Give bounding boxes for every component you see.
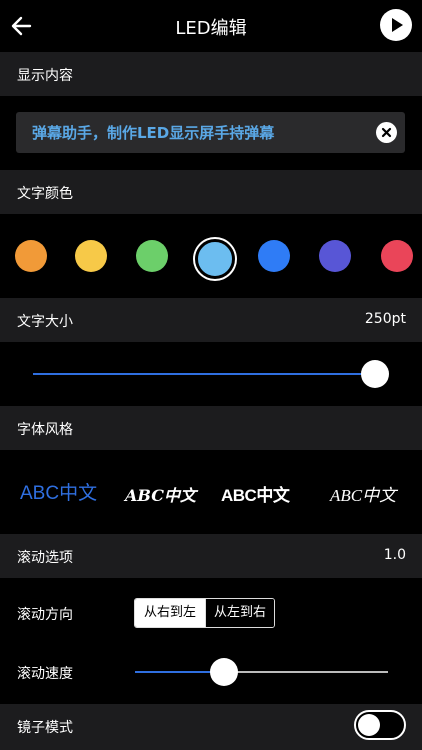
display-text-field[interactable] (16, 112, 405, 153)
scroll-speed-label: 滚动速度 (17, 666, 73, 682)
section-label: 字体风格 (17, 422, 73, 438)
play-button[interactable] (380, 9, 412, 41)
font-style-option-4[interactable]: ABC中文 (330, 481, 396, 506)
section-label: 显示内容 (17, 68, 73, 84)
section-text-color: 文字颜色 (0, 170, 422, 214)
section-display-content: 显示内容 (0, 52, 422, 96)
play-icon (392, 18, 403, 32)
font-style-option-3[interactable]: ABC中文 (221, 481, 290, 506)
section-label: 文字大小 (17, 314, 73, 330)
section-label: 镜子模式 (17, 720, 73, 736)
color-swatch[interactable] (319, 240, 351, 272)
section-text-size: 文字大小 250pt (0, 298, 422, 342)
section-label: 文字颜色 (17, 186, 73, 202)
page-title: LED编辑 (175, 18, 247, 39)
display-text-input[interactable] (32, 112, 372, 153)
direction-left-to-right[interactable]: 从左到右 (206, 599, 274, 627)
color-swatch[interactable] (258, 240, 290, 272)
font-style-option-1[interactable]: ABC中文 (20, 478, 97, 505)
scroll-speed-thumb[interactable] (209, 658, 238, 686)
scroll-options-value: 1.0 (383, 547, 406, 563)
text-size-thumb[interactable] (361, 360, 389, 388)
text-size-value: 250pt (364, 311, 406, 327)
color-swatch[interactable] (15, 240, 47, 272)
mirror-mode-toggle[interactable] (354, 710, 406, 740)
scroll-direction-segmented-control: 从右到左 从左到右 (134, 598, 275, 628)
color-swatch-selected[interactable] (195, 239, 235, 279)
section-label: 滚动选项 (17, 550, 73, 566)
font-style-option-2[interactable]: ABC中文 (125, 482, 196, 506)
toggle-knob (358, 714, 380, 736)
clear-text-button[interactable] (376, 122, 397, 143)
section-scroll-options: 滚动选项 1.0 (0, 534, 422, 578)
color-swatch[interactable] (75, 240, 107, 272)
section-font-style: 字体风格 (0, 406, 422, 450)
text-size-track-filled (33, 373, 375, 375)
scroll-direction-label: 滚动方向 (17, 607, 73, 623)
scroll-speed-track-remaining (223, 671, 388, 673)
color-swatch[interactable] (136, 240, 168, 272)
close-icon (381, 127, 392, 138)
direction-right-to-left[interactable]: 从右到左 (135, 599, 205, 627)
color-swatch[interactable] (381, 240, 413, 272)
